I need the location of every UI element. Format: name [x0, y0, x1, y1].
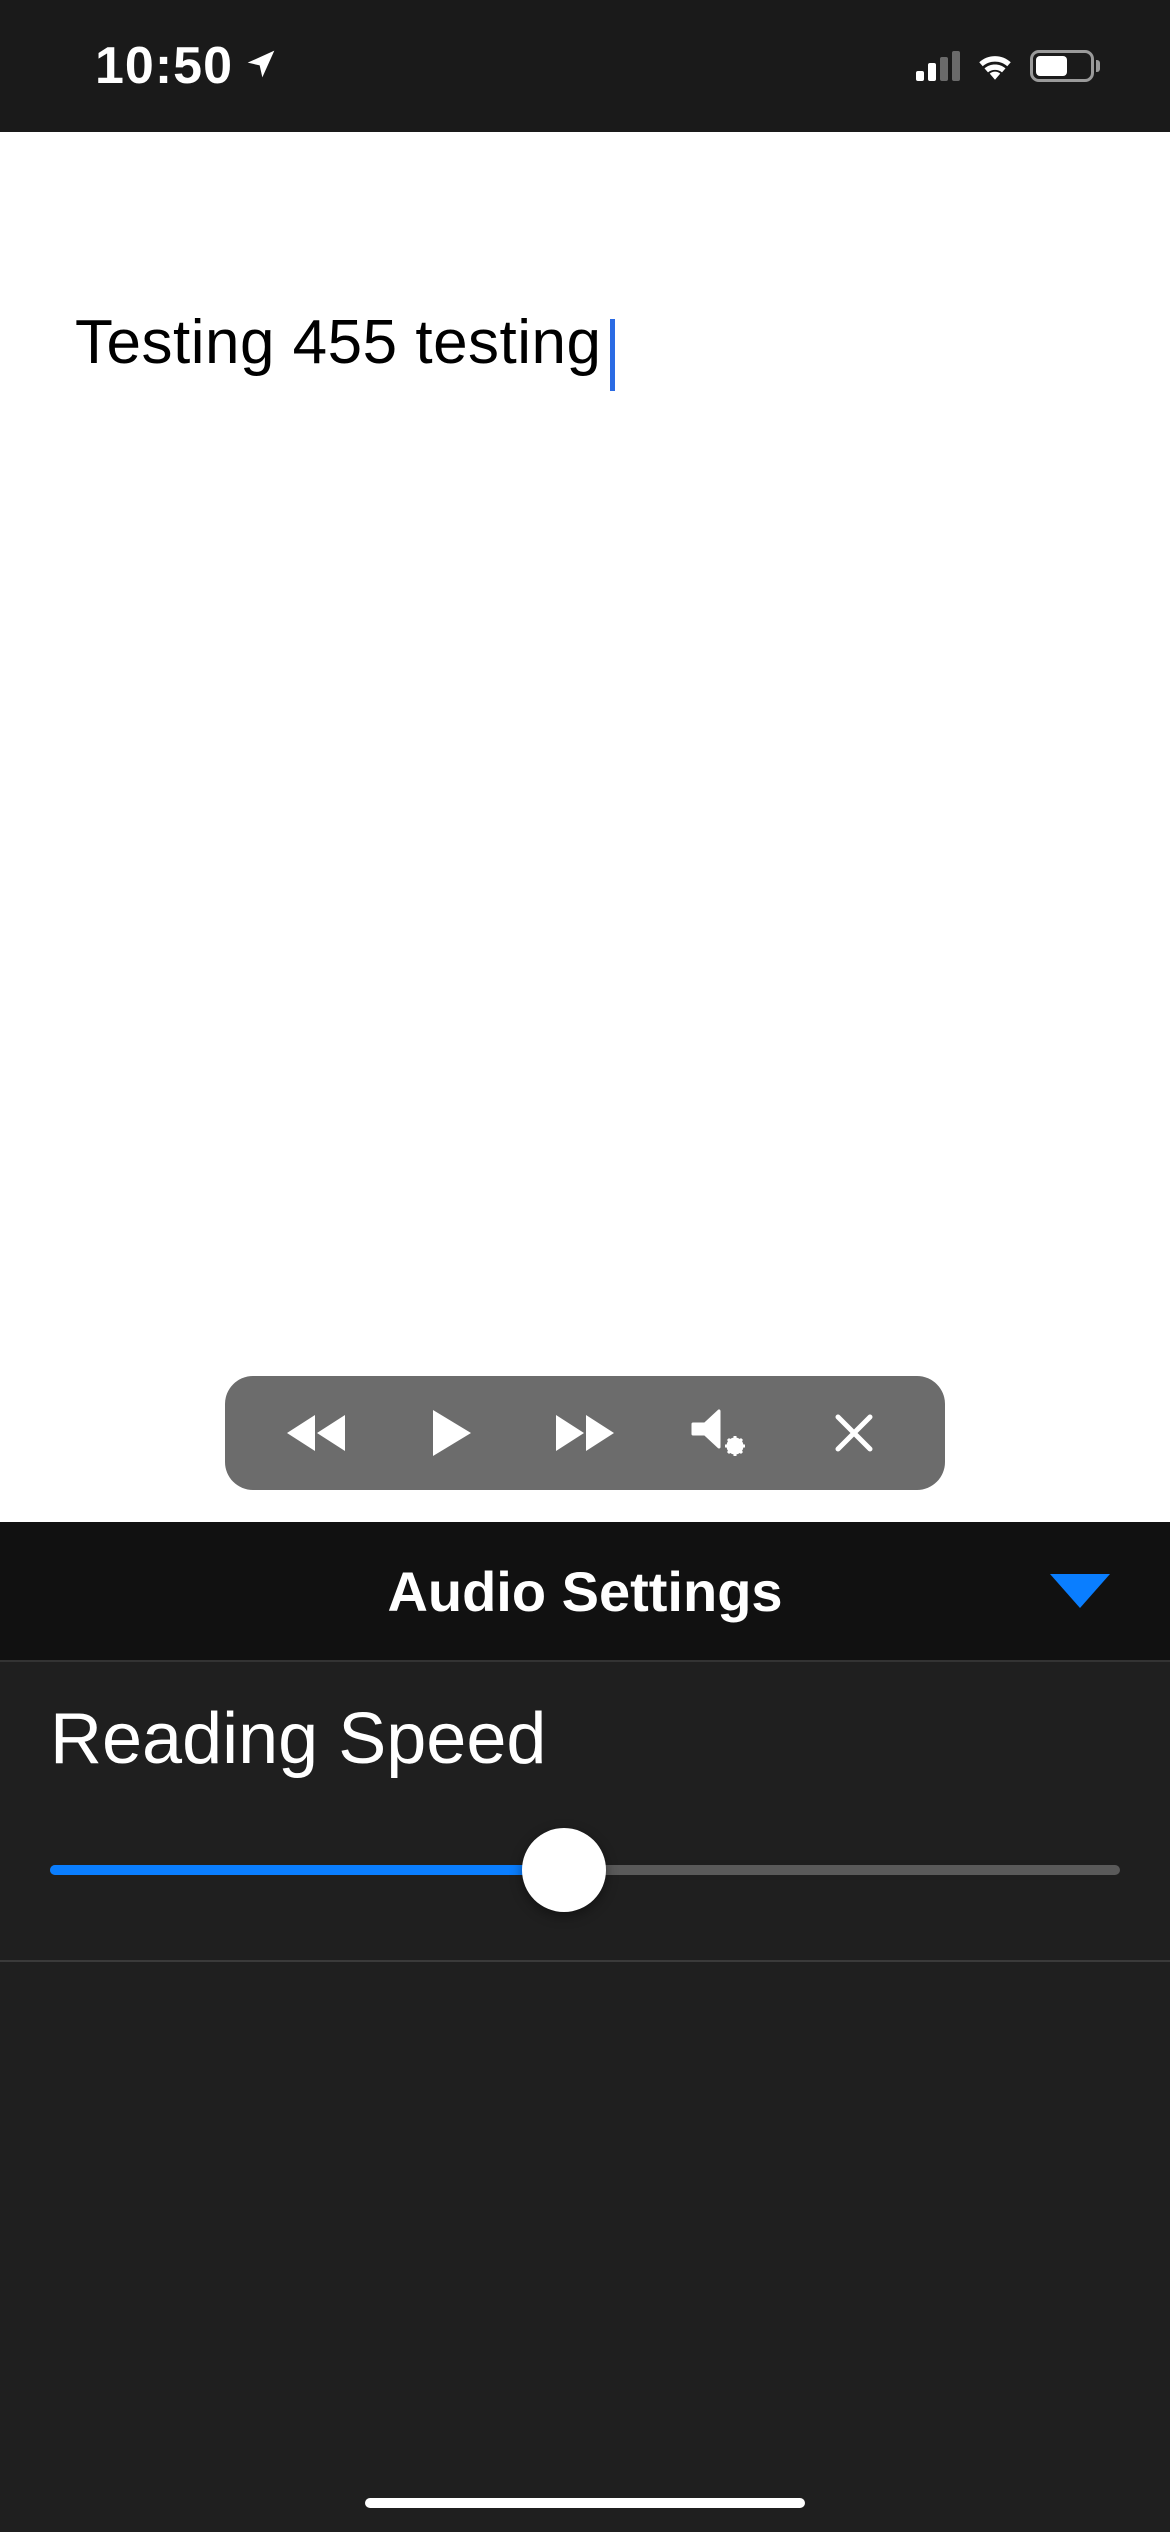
audio-settings-panel: Audio Settings Reading Speed: [0, 1522, 1170, 2532]
slider-fill: [50, 1865, 564, 1875]
location-icon: [245, 48, 277, 85]
audio-settings-button[interactable]: [669, 1393, 769, 1473]
status-right: [916, 48, 1100, 85]
fast-forward-button[interactable]: [535, 1393, 635, 1473]
document-content-area[interactable]: Testing 455 testing: [0, 132, 1170, 1522]
play-button[interactable]: [401, 1393, 501, 1473]
document-text[interactable]: Testing 455 testing: [75, 307, 602, 378]
battery-icon: [1030, 50, 1100, 82]
reading-speed-section: Reading Speed: [0, 1662, 1170, 1962]
app-root: 10:50: [0, 0, 1170, 2532]
status-bar: 10:50: [0, 0, 1170, 132]
wifi-icon: [974, 48, 1016, 85]
audio-settings-header[interactable]: Audio Settings: [0, 1522, 1170, 1662]
cellular-signal-icon: [916, 51, 960, 81]
reading-speed-slider[interactable]: [50, 1840, 1120, 1900]
chevron-down-icon[interactable]: [1050, 1574, 1110, 1608]
close-button[interactable]: [804, 1393, 904, 1473]
slider-thumb[interactable]: [522, 1828, 606, 1912]
audio-settings-title: Audio Settings: [387, 1559, 782, 1624]
status-time: 10:50: [95, 36, 233, 96]
media-controls-bar: [225, 1376, 945, 1490]
rewind-button[interactable]: [266, 1393, 366, 1473]
reading-speed-label: Reading Speed: [50, 1698, 1120, 1780]
text-cursor: [610, 319, 615, 391]
status-left: 10:50: [95, 36, 277, 96]
home-indicator[interactable]: [365, 2498, 805, 2508]
